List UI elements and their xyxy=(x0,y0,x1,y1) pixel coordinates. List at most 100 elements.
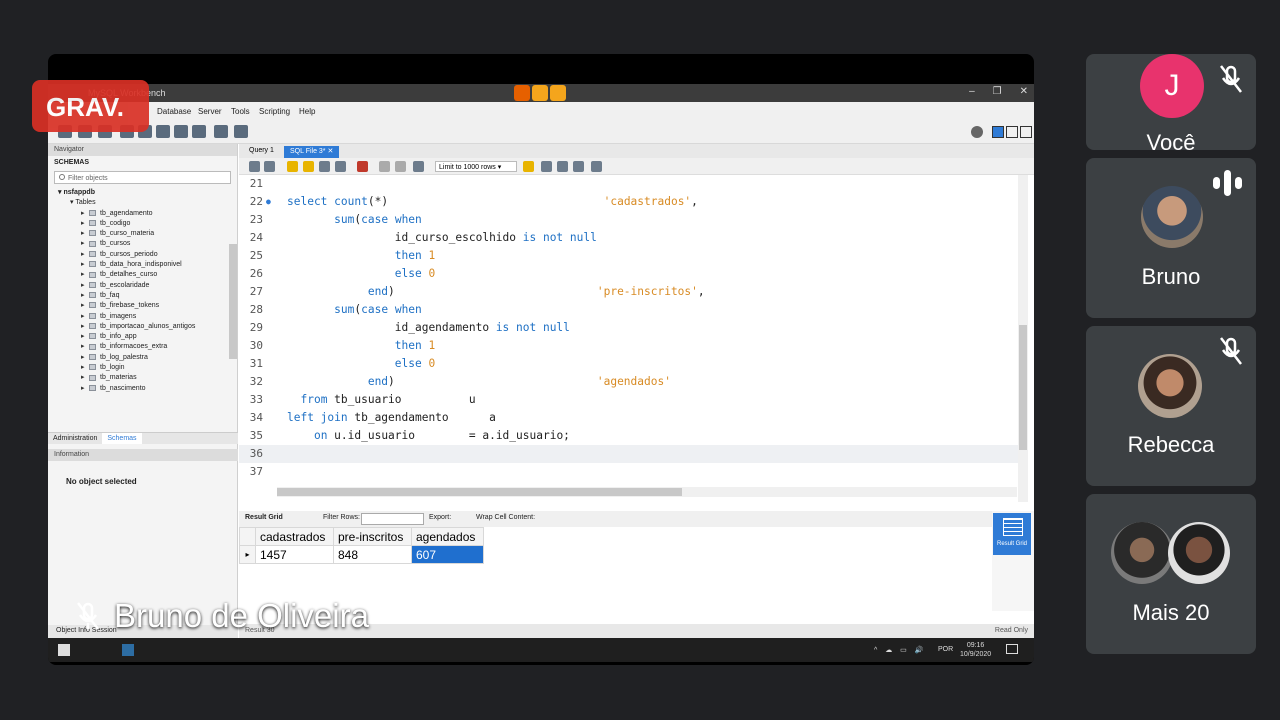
tree-database[interactable]: ▾ nsfappdb xyxy=(48,188,237,198)
code-line[interactable]: 31 else 0 xyxy=(239,355,1019,373)
find-icon[interactable] xyxy=(541,161,552,172)
toggle-sidebar-icon[interactable] xyxy=(992,126,1004,138)
cell-pre-inscritos[interactable]: 848 xyxy=(333,545,412,564)
code-line[interactable]: 24 id_curso_escolhido is not null xyxy=(239,229,1019,247)
notifications-icon[interactable] xyxy=(1006,644,1018,654)
cell-agendados[interactable]: 607 xyxy=(411,545,484,564)
code-line[interactable]: 30 then 1 xyxy=(239,337,1019,355)
search-table-icon[interactable] xyxy=(214,125,228,138)
hscroll-thumb[interactable] xyxy=(277,488,682,496)
create-view-icon[interactable] xyxy=(156,125,170,138)
participant-tile-bruno[interactable]: Bruno xyxy=(1086,158,1256,318)
participant-tile-self[interactable]: J Você xyxy=(1086,54,1256,150)
tab-schemas[interactable]: Schemas xyxy=(102,433,142,444)
rollback-icon[interactable] xyxy=(395,161,406,172)
result-grid-button[interactable]: Result Grid xyxy=(993,513,1031,555)
execute-icon[interactable] xyxy=(287,161,298,172)
tree-table-item[interactable]: tb_firebase_tokens xyxy=(48,301,237,312)
col-pre-inscritos[interactable]: pre-inscritos xyxy=(333,527,412,546)
stop-icon[interactable] xyxy=(335,161,346,172)
tree-table-item[interactable]: tb_codigo xyxy=(48,219,237,230)
taskbar-clock[interactable]: 09:16 10/9/2020 xyxy=(960,641,991,659)
code-line[interactable]: 28 sum(case when xyxy=(239,301,1019,319)
reconnect-icon[interactable] xyxy=(234,125,248,138)
tree-table-item[interactable]: tb_agendamento xyxy=(48,209,237,220)
tree-table-item[interactable]: tb_materias xyxy=(48,373,237,384)
tree-table-item[interactable]: tb_importacao_alunos_antigos xyxy=(48,322,237,333)
tree-table-item[interactable]: tb_cursos xyxy=(48,239,237,250)
query-stats-icon[interactable] xyxy=(591,161,602,172)
execute-current-icon[interactable] xyxy=(303,161,314,172)
language-indicator[interactable]: POR xyxy=(938,646,953,653)
code-line[interactable]: 35 on u.id_usuario = a.id_usuario; xyxy=(239,427,1019,445)
open-file-icon[interactable] xyxy=(249,161,260,172)
toggle-error-icon[interactable] xyxy=(357,161,368,172)
row-indicator-icon[interactable]: ▸ xyxy=(239,545,256,564)
participant-tile-more[interactable]: Mais 20 xyxy=(1086,494,1256,654)
tree-table-item[interactable]: tb_imagens xyxy=(48,312,237,323)
menu-tools[interactable]: Tools xyxy=(231,107,250,116)
wrap-icon[interactable] xyxy=(573,161,584,172)
share-icon[interactable] xyxy=(550,85,566,101)
tree-table-item[interactable]: tb_log_palestra xyxy=(48,353,237,364)
col-agendados[interactable]: agendados xyxy=(411,527,484,546)
close-icon[interactable]: ✕ xyxy=(1020,86,1028,97)
code-line[interactable]: 25 then 1 xyxy=(239,247,1019,265)
tree-table-item[interactable]: tb_data_hora_indisponivel xyxy=(48,260,237,271)
editor-vertical-scrollbar[interactable] xyxy=(1018,175,1028,502)
cell-cadastrados[interactable]: 1457 xyxy=(255,545,334,564)
gear-icon[interactable] xyxy=(971,126,983,138)
tree-table-item[interactable]: tb_nascimento xyxy=(48,384,237,395)
navigator-scrollbar[interactable] xyxy=(229,244,237,359)
code-line[interactable]: 29 id_agendamento is not null xyxy=(239,319,1019,337)
code-line[interactable]: 33 from tb_usuario u xyxy=(239,391,1019,409)
tab-sql-file-3[interactable]: SQL File 3* ✕ xyxy=(284,146,340,158)
close-tab-icon[interactable]: ✕ xyxy=(328,148,334,155)
code-line[interactable]: 27 end) 'pre-inscritos', xyxy=(239,283,1019,301)
participant-tile-rebecca[interactable]: Rebecca xyxy=(1086,326,1256,486)
create-function-icon[interactable] xyxy=(192,125,206,138)
firefox-icon[interactable] xyxy=(514,85,530,101)
create-procedure-icon[interactable] xyxy=(174,125,188,138)
code-line[interactable]: 23 sum(case when xyxy=(239,211,1019,229)
limit-rows-select[interactable]: Limit to 1000 rows ▾ xyxy=(435,161,517,172)
mic-app-icon[interactable] xyxy=(532,85,548,101)
code-line[interactable]: 26 else 0 xyxy=(239,265,1019,283)
tab-administration[interactable]: Administration xyxy=(48,433,102,444)
toggle-secondary-icon[interactable] xyxy=(1020,126,1032,138)
code-line[interactable]: 32 end) 'agendados' xyxy=(239,373,1019,391)
tab-query-1[interactable]: Query 1 xyxy=(243,146,280,158)
tree-table-item[interactable]: tb_login xyxy=(48,363,237,374)
code-line[interactable]: 21 xyxy=(239,175,1019,193)
code-line[interactable]: 36 xyxy=(239,445,1019,463)
toggle-output-icon[interactable] xyxy=(1006,126,1018,138)
tree-table-item[interactable]: tb_informacoes_extra xyxy=(48,342,237,353)
code-line[interactable]: 37 xyxy=(239,463,1019,481)
code-line[interactable]: 34 left join tb_agendamento a xyxy=(239,409,1019,427)
tree-table-item[interactable]: tb_faq xyxy=(48,291,237,302)
menu-database[interactable]: Database xyxy=(157,107,191,116)
col-cadastrados[interactable]: cadastrados xyxy=(255,527,334,546)
editor-horizontal-scrollbar[interactable] xyxy=(277,487,1017,497)
sql-editor[interactable]: 21 22 ● select count(*) 'cadastrados', 23 su… xyxy=(239,175,1034,502)
maximize-icon[interactable]: ❐ xyxy=(993,86,1002,97)
filter-rows-input[interactable] xyxy=(361,513,424,525)
tree-table-item[interactable]: tb_escolaridade xyxy=(48,281,237,292)
menu-server[interactable]: Server xyxy=(198,107,222,116)
invisible-chars-icon[interactable] xyxy=(557,161,568,172)
workbench-taskbar-icon[interactable] xyxy=(122,644,134,656)
filter-objects-input[interactable]: Filter objects xyxy=(54,171,231,184)
autocommit-icon[interactable] xyxy=(413,161,424,172)
menu-scripting[interactable]: Scripting xyxy=(259,107,290,116)
start-icon[interactable] xyxy=(58,644,70,656)
tree-table-item[interactable]: tb_curso_materia xyxy=(48,229,237,240)
beautify-icon[interactable] xyxy=(523,161,534,172)
explain-icon[interactable] xyxy=(319,161,330,172)
tree-table-item[interactable]: tb_info_app xyxy=(48,332,237,343)
tree-tables-folder[interactable]: ▾ Tables xyxy=(48,198,237,208)
tree-table-item[interactable]: tb_detalhes_curso xyxy=(48,270,237,281)
save-icon[interactable] xyxy=(264,161,275,172)
menu-help[interactable]: Help xyxy=(299,107,315,116)
code-line[interactable]: 22 ● select count(*) 'cadastrados', xyxy=(239,193,1019,211)
commit-icon[interactable] xyxy=(379,161,390,172)
